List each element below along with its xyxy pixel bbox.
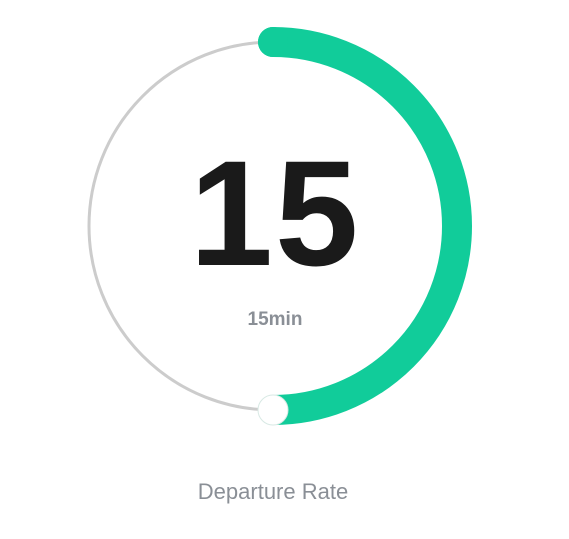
gauge-value: 15 — [189, 129, 361, 297]
gauge-subtitle: 15min — [247, 309, 303, 330]
dial-start-cap — [258, 27, 288, 57]
gauge-caption: Departure Rate — [197, 479, 349, 504]
dial-handle[interactable] — [257, 394, 289, 426]
